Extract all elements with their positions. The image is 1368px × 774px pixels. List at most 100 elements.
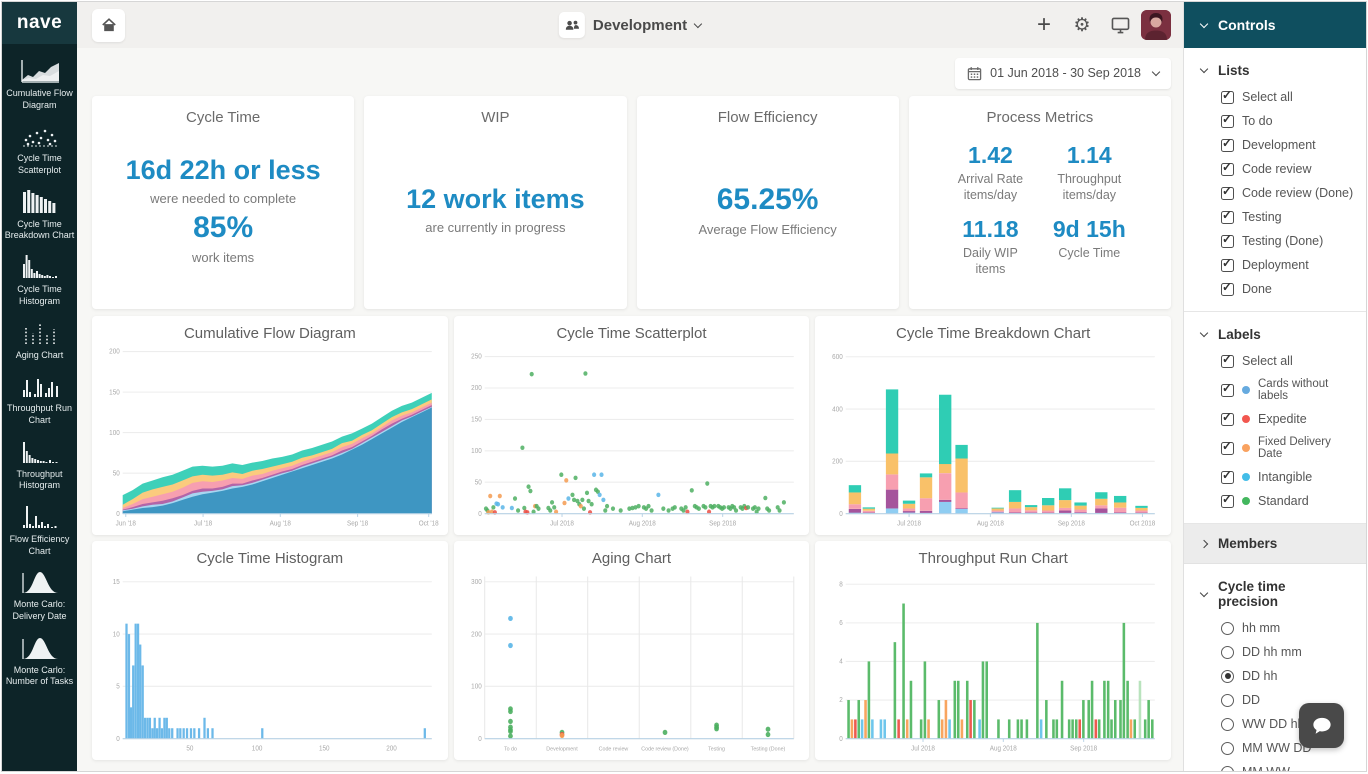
label-filter-expedite[interactable]: Expedite [1184,407,1366,431]
radio-button[interactable] [1221,717,1234,731]
radio-button[interactable] [1221,669,1234,683]
radio-button[interactable] [1221,693,1234,707]
checkbox[interactable] [1221,439,1234,455]
card-body: 12 work items are currently in progress [406,126,585,309]
svg-text:Sep 2018: Sep 2018 [1058,520,1085,527]
checkbox[interactable] [1221,184,1234,200]
list-filter-done[interactable]: Done [1184,277,1366,301]
label-filter-fixed-delivery-date[interactable]: Fixed Delivery Date [1184,431,1366,465]
checkbox[interactable] [1221,256,1234,272]
checkbox[interactable] [1221,352,1234,368]
list-filter-code-review-done[interactable]: Code review (Done) [1184,181,1366,205]
sidebar-item-cycle-time-scatterplot[interactable]: Cycle Time Scatterplot [2,121,77,176]
list-filter-to-do[interactable]: To do [1184,109,1366,133]
controls-header[interactable]: Controls [1184,2,1366,48]
date-range-picker[interactable]: 01 Jun 2018 - 30 Sep 2018 [955,57,1171,89]
radio-label: DD [1242,693,1261,707]
sidebar-item-label: Cycle Time Breakdown Chart [4,218,75,241]
board-selector[interactable]: Development [558,12,703,38]
sidebar-item-cycle-time-histogram[interactable]: Cycle Time Histogram [2,252,77,307]
precision-option-hh-mm[interactable]: hh mm [1184,616,1366,640]
label-filter-cards-without-labels[interactable]: Cards without labels [1184,373,1366,407]
labels-section: Labels Select all Cards without labels E… [1184,312,1366,524]
sidebar-item-monte-carlo-delivery-date[interactable]: Monte Carlo: Delivery Date [2,567,77,622]
user-avatar[interactable] [1141,10,1171,40]
sidebar-item-flow-efficiency-chart[interactable]: Flow Efficiency Chart [2,502,77,557]
checkbox[interactable] [1221,468,1234,484]
throughput-run-chart-icon [22,379,58,398]
settings-button[interactable]: ⚙ [1065,8,1099,42]
checkbox[interactable] [1221,208,1234,224]
chevron-down-icon [1199,588,1209,597]
sidebar-item-cycle-time-breakdown-chart[interactable]: Cycle Time Breakdown Chart [2,187,77,242]
radio-button[interactable] [1221,765,1234,771]
list-filter-testing-done[interactable]: Testing (Done) [1184,229,1366,253]
list-filter-select-all[interactable]: Select all [1184,85,1366,109]
sidebar-item-aging-chart[interactable]: Aging Chart [2,318,77,362]
throughput-run-chart[interactable]: 0 2 4 6 8 Jul 2018 Aug 2018 Sep 2018 [822,570,1164,755]
svg-text:150: 150 [109,389,120,396]
metric-value: 11.18 [962,215,1019,242]
checkbox-label: Code review [1242,162,1312,176]
radio-label: DD hh [1242,669,1278,683]
checkbox[interactable] [1221,160,1234,176]
svg-text:100: 100 [471,683,482,690]
labels-section-header[interactable]: Labels [1184,320,1366,349]
display-button[interactable] [1103,8,1137,42]
chat-launcher-button[interactable] [1299,703,1344,748]
label-filter-standard[interactable]: Standard [1184,489,1366,513]
list-filter-code-review[interactable]: Code review [1184,157,1366,181]
checkbox[interactable] [1221,492,1234,508]
precision-option-dd-hh[interactable]: DD hh [1184,664,1366,688]
label-filter-intangible[interactable]: Intangible [1184,465,1366,489]
aging-chart[interactable]: 0 100 200 300 To do Development Code review Cod… [461,570,803,755]
svg-text:Code review (Done): Code review (Done) [641,746,689,752]
checkbox[interactable] [1221,136,1234,152]
metric-daily-wip: 11.18 Daily WIP items [954,216,1027,278]
svg-text:0: 0 [478,736,482,743]
chart-title: Cycle Time Histogram [196,550,344,567]
checkbox[interactable] [1221,112,1234,128]
radio-button[interactable] [1221,621,1234,635]
radio-button[interactable] [1221,741,1234,755]
svg-text:200: 200 [386,745,397,752]
cycle-time-breakdown-chart[interactable]: 0 200 400 600 Jul 2018 Aug 2018 Sep 2018 Oct 20… [822,345,1164,530]
checkbox-label: Select all [1242,354,1293,368]
precision-option-dd-hh-mm[interactable]: DD hh mm [1184,640,1366,664]
svg-text:0: 0 [840,511,844,518]
add-button[interactable]: + [1027,8,1061,42]
cycle-time-scatterplot-chart[interactable]: 0 50 100 150 200 250 Jul 2018 Aug 2018 Sep 2018 [461,345,803,530]
checkbox[interactable] [1221,280,1234,296]
label-filter-select-all[interactable]: Select all [1184,349,1366,373]
sidebar-item-throughput-run-chart[interactable]: Throughput Run Chart [2,371,77,426]
checkbox-label: Development [1242,138,1316,152]
svg-text:100: 100 [471,448,482,455]
cycle-time-breakdown-chart-icon [22,189,55,213]
list-filter-development[interactable]: Development [1184,133,1366,157]
sidebar-item-monte-carlo-number-of-tasks[interactable]: Monte Carlo: Number of Tasks [2,633,77,688]
list-filter-deployment[interactable]: Deployment [1184,253,1366,277]
section-title: Labels [1218,327,1261,342]
avatar-image [1141,10,1171,40]
cycle-time-precision-header[interactable]: Cycle time precision [1184,572,1366,616]
checkbox-label: Cards without labels [1258,378,1329,402]
checkbox[interactable] [1221,88,1234,104]
checkbox-label: Standard [1258,494,1309,508]
precision-option-mm-ww[interactable]: MM WW [1184,760,1366,771]
home-button[interactable] [92,8,125,42]
checkbox[interactable] [1221,232,1234,248]
nave-logo[interactable]: nave [2,2,77,44]
cycle-time-histogram-chart[interactable]: 0 5 10 15 50 100 150 200 [99,570,441,755]
sidebar-item-cumulative-flow-diagram[interactable]: Cumulative Flow Diagram [2,56,77,111]
lists-section-header[interactable]: Lists [1184,56,1366,85]
throughput-histogram-icon [22,441,57,463]
list-filter-testing[interactable]: Testing [1184,205,1366,229]
sidebar-item-throughput-histogram[interactable]: Throughput Histogram [2,437,77,492]
radio-button[interactable] [1221,645,1234,659]
checkbox[interactable] [1221,410,1234,426]
svg-text:0: 0 [478,511,482,518]
checkbox[interactable] [1221,381,1234,397]
cumulative-flow-diagram-chart[interactable]: 0 50 100 150 200 Jun '18 Jul '18 Aug '18 Sep '18… [99,345,441,530]
members-section-header[interactable]: Members [1184,524,1366,564]
svg-text:Jun '18: Jun '18 [116,520,136,527]
